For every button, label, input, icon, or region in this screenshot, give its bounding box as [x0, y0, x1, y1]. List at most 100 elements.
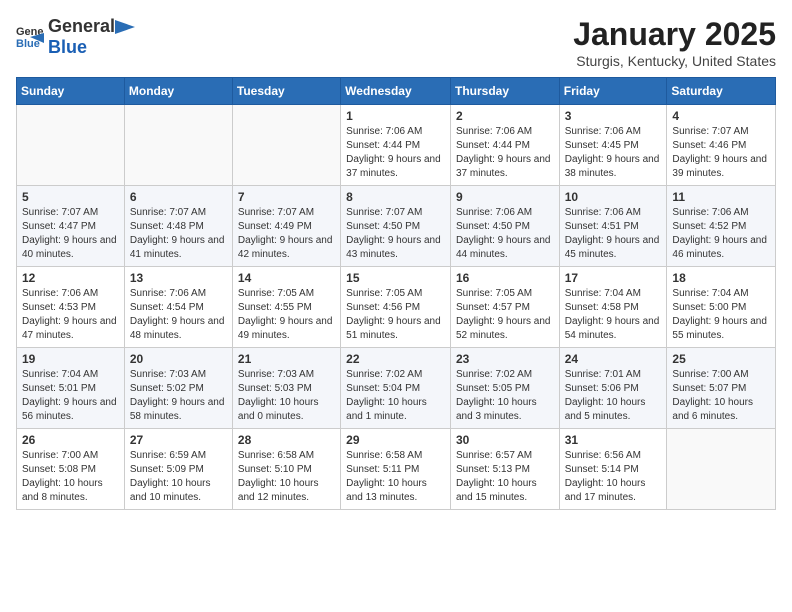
day-number: 16: [456, 271, 554, 285]
week-row-2: 5Sunrise: 7:07 AM Sunset: 4:47 PM Daylig…: [17, 186, 776, 267]
day-info: Sunrise: 7:06 AM Sunset: 4:51 PM Dayligh…: [565, 206, 662, 262]
day-info: Sunrise: 7:00 AM Sunset: 5:07 PM Dayligh…: [672, 368, 770, 424]
day-info: Sunrise: 7:03 AM Sunset: 5:03 PM Dayligh…: [238, 368, 335, 424]
day-info: Sunrise: 7:04 AM Sunset: 5:01 PM Dayligh…: [22, 368, 119, 424]
title-block: January 2025 Sturgis, Kentucky, United S…: [573, 16, 776, 69]
week-row-4: 19 Sunrise: 7:04 AM Sunset: 5:01 PM Dayli…: [17, 348, 776, 429]
logo-text-general: General: [48, 16, 115, 37]
calendar-cell: 12 Sunrise: 7:06 AM Sunset: 4:53 PM Dayli…: [17, 267, 125, 348]
day-number: 15: [346, 271, 445, 285]
day-number: 29: [346, 433, 445, 447]
calendar-cell: 1Sunrise: 7:06 AM Sunset: 4:44 PM Daylig…: [341, 105, 451, 186]
week-row-1: 1Sunrise: 7:06 AM Sunset: 4:44 PM Daylig…: [17, 105, 776, 186]
weekday-header-sunday: Sunday: [17, 78, 125, 105]
calendar-cell: 20 Sunrise: 7:03 AM Sunset: 5:02 PM Dayli…: [124, 348, 232, 429]
calendar-cell: 29 Sunrise: 6:58 AM Sunset: 5:11 PM Dayli…: [341, 429, 451, 510]
calendar-cell: 11 Sunrise: 7:06 AM Sunset: 4:52 PM Dayli…: [667, 186, 776, 267]
logo-arrow-icon: [115, 20, 135, 34]
weekday-header-thursday: Thursday: [450, 78, 559, 105]
calendar-cell: 25 Sunrise: 7:00 AM Sunset: 5:07 PM Dayli…: [667, 348, 776, 429]
calendar-cell: 14Sunrise: 7:05 AM Sunset: 4:55 PM Dayli…: [232, 267, 340, 348]
week-row-3: 12 Sunrise: 7:06 AM Sunset: 4:53 PM Dayli…: [17, 267, 776, 348]
day-number: 12: [22, 271, 119, 285]
day-number: 27: [130, 433, 227, 447]
day-number: 31: [565, 433, 662, 447]
weekday-header-friday: Friday: [559, 78, 667, 105]
calendar-cell: 16 Sunrise: 7:05 AM Sunset: 4:57 PM Dayli…: [450, 267, 559, 348]
day-info: Sunrise: 7:06 AM Sunset: 4:44 PM Dayligh…: [456, 125, 554, 181]
day-number: 6: [130, 190, 227, 204]
day-info: Sunrise: 7:04 AM Sunset: 5:00 PM Dayligh…: [672, 287, 770, 343]
day-number: 24: [565, 352, 662, 366]
day-info: Sunrise: 7:05 AM Sunset: 4:57 PM Dayligh…: [456, 287, 554, 343]
day-number: 13: [130, 271, 227, 285]
day-info: Sunrise: 7:06 AM Sunset: 4:44 PM Dayligh…: [346, 125, 445, 181]
calendar-cell: 9Sunrise: 7:06 AM Sunset: 4:50 PM Daylig…: [450, 186, 559, 267]
calendar-cell: 19 Sunrise: 7:04 AM Sunset: 5:01 PM Dayli…: [17, 348, 125, 429]
day-number: 11: [672, 190, 770, 204]
day-info: Sunrise: 6:59 AM Sunset: 5:09 PM Dayligh…: [130, 449, 227, 505]
day-info: Sunrise: 7:06 AM Sunset: 4:54 PM Dayligh…: [130, 287, 227, 343]
day-number: 3: [565, 109, 662, 123]
weekday-header-monday: Monday: [124, 78, 232, 105]
day-number: 18: [672, 271, 770, 285]
day-number: 8: [346, 190, 445, 204]
day-info: Sunrise: 7:06 AM Sunset: 4:53 PM Dayligh…: [22, 287, 119, 343]
calendar-cell: 31Sunrise: 6:56 AM Sunset: 5:14 PM Dayli…: [559, 429, 667, 510]
day-info: Sunrise: 7:07 AM Sunset: 4:46 PM Dayligh…: [672, 125, 770, 181]
calendar-cell: 24 Sunrise: 7:01 AM Sunset: 5:06 PM Dayli…: [559, 348, 667, 429]
day-number: 23: [456, 352, 554, 366]
svg-text:Blue: Blue: [16, 38, 40, 50]
day-number: 10: [565, 190, 662, 204]
day-number: 25: [672, 352, 770, 366]
day-number: 20: [130, 352, 227, 366]
logo: General Blue General Blue: [16, 16, 135, 58]
calendar-cell: [124, 105, 232, 186]
day-number: 22: [346, 352, 445, 366]
calendar-cell: 28Sunrise: 6:58 AM Sunset: 5:10 PM Dayli…: [232, 429, 340, 510]
calendar-cell: 18 Sunrise: 7:04 AM Sunset: 5:00 PM Dayli…: [667, 267, 776, 348]
calendar-cell: 30 Sunrise: 6:57 AM Sunset: 5:13 PM Dayli…: [450, 429, 559, 510]
calendar-table: SundayMondayTuesdayWednesdayThursdayFrid…: [16, 77, 776, 510]
calendar-cell: 6Sunrise: 7:07 AM Sunset: 4:48 PM Daylig…: [124, 186, 232, 267]
weekday-header-tuesday: Tuesday: [232, 78, 340, 105]
week-row-5: 26 Sunrise: 7:00 AM Sunset: 5:08 PM Dayli…: [17, 429, 776, 510]
calendar-subtitle: Sturgis, Kentucky, United States: [573, 53, 776, 69]
day-number: 26: [22, 433, 119, 447]
calendar-cell: 22 Sunrise: 7:02 AM Sunset: 5:04 PM Dayli…: [341, 348, 451, 429]
day-info: Sunrise: 7:00 AM Sunset: 5:08 PM Dayligh…: [22, 449, 119, 505]
day-info: Sunrise: 6:57 AM Sunset: 5:13 PM Dayligh…: [456, 449, 554, 505]
calendar-cell: 26 Sunrise: 7:00 AM Sunset: 5:08 PM Dayli…: [17, 429, 125, 510]
day-info: Sunrise: 6:58 AM Sunset: 5:11 PM Dayligh…: [346, 449, 445, 505]
day-info: Sunrise: 7:03 AM Sunset: 5:02 PM Dayligh…: [130, 368, 227, 424]
calendar-cell: 15 Sunrise: 7:05 AM Sunset: 4:56 PM Dayli…: [341, 267, 451, 348]
day-info: Sunrise: 7:07 AM Sunset: 4:47 PM Dayligh…: [22, 206, 119, 262]
calendar-cell: 21Sunrise: 7:03 AM Sunset: 5:03 PM Dayli…: [232, 348, 340, 429]
calendar-cell: 3Sunrise: 7:06 AM Sunset: 4:45 PM Daylig…: [559, 105, 667, 186]
calendar-cell: 2 Sunrise: 7:06 AM Sunset: 4:44 PM Daylig…: [450, 105, 559, 186]
day-number: 7: [238, 190, 335, 204]
calendar-cell: 23 Sunrise: 7:02 AM Sunset: 5:05 PM Dayli…: [450, 348, 559, 429]
day-info: Sunrise: 7:02 AM Sunset: 5:05 PM Dayligh…: [456, 368, 554, 424]
calendar-cell: 5Sunrise: 7:07 AM Sunset: 4:47 PM Daylig…: [17, 186, 125, 267]
day-info: Sunrise: 7:06 AM Sunset: 4:52 PM Dayligh…: [672, 206, 770, 262]
calendar-cell: 7 Sunrise: 7:07 AM Sunset: 4:49 PM Daylig…: [232, 186, 340, 267]
logo-icon: General Blue: [16, 23, 44, 51]
day-info: Sunrise: 7:01 AM Sunset: 5:06 PM Dayligh…: [565, 368, 662, 424]
calendar-cell: 17Sunrise: 7:04 AM Sunset: 4:58 PM Dayli…: [559, 267, 667, 348]
day-number: 2: [456, 109, 554, 123]
day-number: 14: [238, 271, 335, 285]
calendar-title: January 2025: [573, 16, 776, 53]
weekday-header-row: SundayMondayTuesdayWednesdayThursdayFrid…: [17, 78, 776, 105]
day-number: 19: [22, 352, 119, 366]
day-info: Sunrise: 7:04 AM Sunset: 4:58 PM Dayligh…: [565, 287, 662, 343]
day-number: 30: [456, 433, 554, 447]
day-info: Sunrise: 7:02 AM Sunset: 5:04 PM Dayligh…: [346, 368, 445, 424]
calendar-cell: [232, 105, 340, 186]
day-info: Sunrise: 7:06 AM Sunset: 4:50 PM Dayligh…: [456, 206, 554, 262]
weekday-header-wednesday: Wednesday: [341, 78, 451, 105]
calendar-cell: 13 Sunrise: 7:06 AM Sunset: 4:54 PM Dayli…: [124, 267, 232, 348]
logo-text-blue: Blue: [48, 37, 135, 58]
day-info: Sunrise: 7:05 AM Sunset: 4:56 PM Dayligh…: [346, 287, 445, 343]
day-info: Sunrise: 7:07 AM Sunset: 4:49 PM Dayligh…: [238, 206, 335, 262]
